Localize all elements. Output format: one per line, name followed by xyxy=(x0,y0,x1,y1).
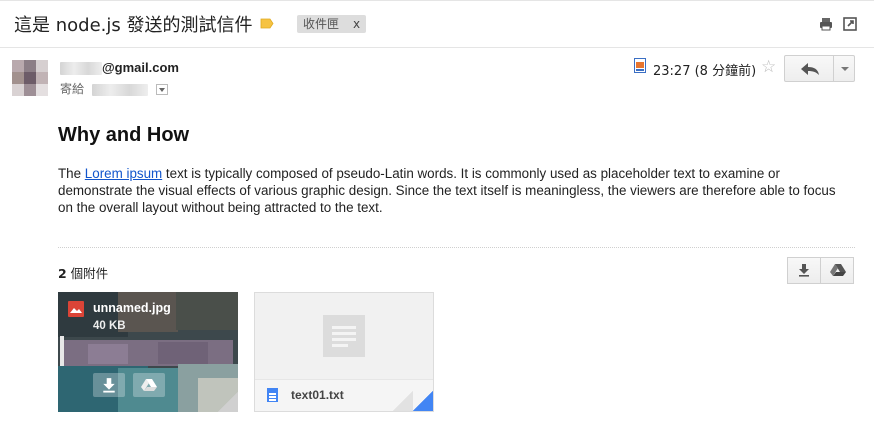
redacted-username xyxy=(60,62,102,76)
sender-avatar xyxy=(12,60,48,96)
attachment-card-text[interactable]: text01.txt xyxy=(254,292,434,412)
inbox-label-text: 收件匣 xyxy=(303,17,340,31)
lorem-ipsum-link[interactable]: Lorem ipsum xyxy=(85,166,162,181)
to-label: 寄給 xyxy=(60,82,85,96)
download-all-button[interactable] xyxy=(787,257,821,284)
paragraph-text-rest: text is typically composed of pseudo-Lat… xyxy=(58,166,836,215)
attachment-preview-area xyxy=(255,293,433,379)
page-fold-corner xyxy=(218,392,238,412)
document-preview-icon xyxy=(323,315,365,357)
star-icon[interactable]: ☆ xyxy=(761,57,776,77)
page-fold-shadow xyxy=(393,391,413,411)
attachment-size: 40 KB xyxy=(93,320,126,332)
attachment-save-to-drive-button[interactable] xyxy=(133,373,165,397)
page-fold-corner xyxy=(413,391,433,411)
attachment-count-label: 個附件 xyxy=(66,266,109,281)
new-window-icon[interactable] xyxy=(842,16,858,32)
reply-icon xyxy=(801,63,819,75)
attachments-divider xyxy=(58,247,855,248)
attachment-count: 2 個附件 xyxy=(58,263,108,282)
attachment-download-button[interactable] xyxy=(93,373,125,397)
timestamp: 23:27 (8 分鐘前) xyxy=(653,64,757,79)
more-options-button[interactable] xyxy=(833,55,855,82)
document-icon xyxy=(267,388,278,402)
image-icon xyxy=(68,301,84,317)
sender-domain: @gmail.com xyxy=(102,60,179,75)
attachment-card-image[interactable]: unnamed.jpg 40 KB xyxy=(58,292,238,412)
print-icon[interactable] xyxy=(818,16,834,32)
email-heading: Why and How xyxy=(58,124,190,146)
drive-icon xyxy=(141,379,157,391)
email-paragraph: The Lorem ipsum text is typically compos… xyxy=(58,165,848,216)
remove-label-button[interactable]: x xyxy=(353,17,360,31)
inbox-label-chip: 收件匣 x xyxy=(297,15,367,33)
email-subject: 這是 node.js 發送的測試信件 xyxy=(14,15,253,36)
calendar-icon xyxy=(634,58,646,73)
sender-address[interactable]: @gmail.com xyxy=(60,60,179,76)
subject-bar: 這是 node.js 發送的測試信件 收件匣 x xyxy=(0,0,874,48)
drive-icon xyxy=(830,264,846,276)
recipient-line: 寄給 xyxy=(60,80,168,97)
redacted-recipient xyxy=(91,83,148,96)
attachment-name: unnamed.jpg xyxy=(93,301,171,315)
attachment-count-number: 2 xyxy=(58,266,67,281)
important-label-icon[interactable] xyxy=(260,18,274,29)
show-details-dropdown[interactable] xyxy=(155,84,168,95)
download-icon xyxy=(799,264,809,277)
save-all-to-drive-button[interactable] xyxy=(820,257,854,284)
reply-button[interactable] xyxy=(784,55,834,82)
download-icon xyxy=(103,378,115,393)
attachment-name: text01.txt xyxy=(291,388,344,402)
paragraph-text-start: The xyxy=(58,166,85,181)
